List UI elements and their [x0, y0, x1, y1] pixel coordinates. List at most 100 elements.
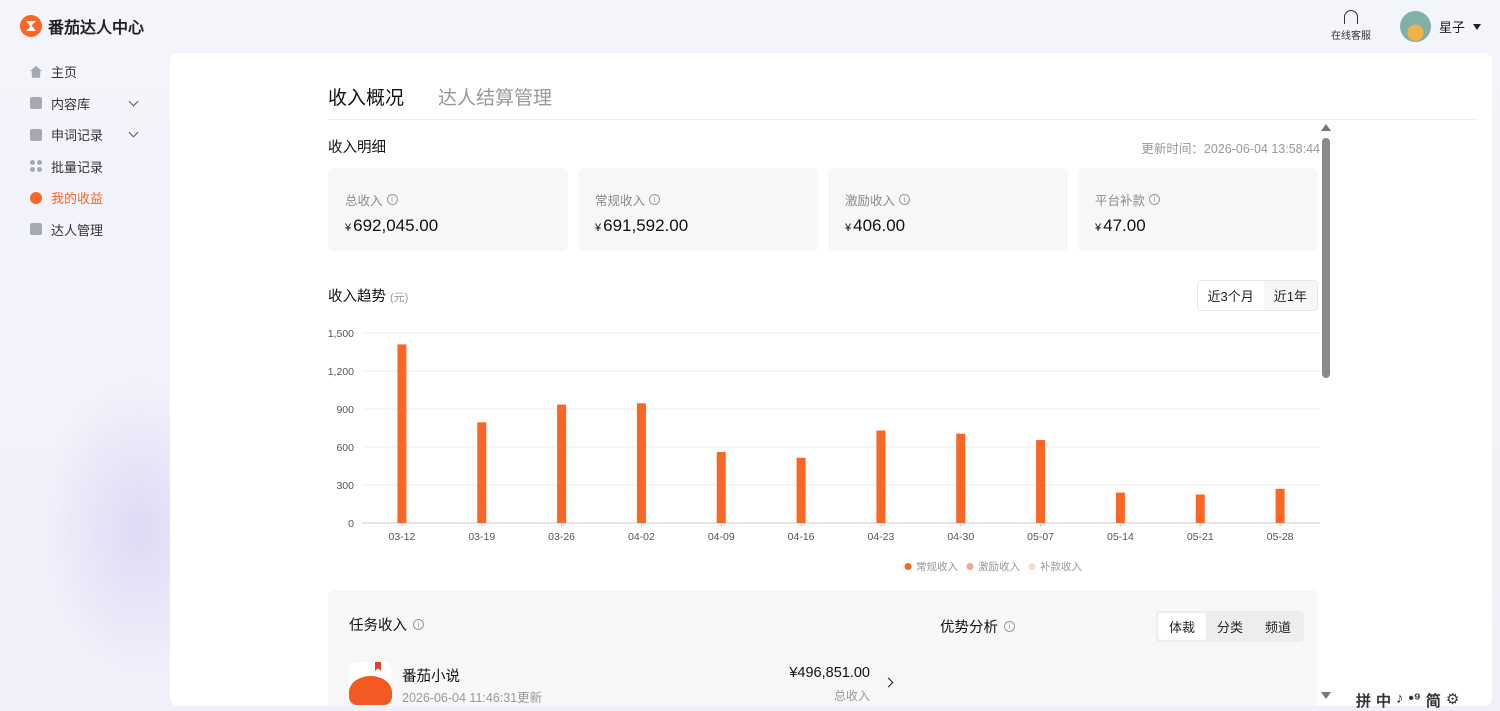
range-1-year-button[interactable]: 近1年	[1264, 281, 1317, 310]
segment-genre-button[interactable]: 体裁	[1158, 613, 1207, 640]
tomato-logo-icon	[20, 15, 42, 37]
x-tick-label: 05-28	[1267, 531, 1294, 543]
bar	[477, 422, 487, 523]
sidebar-item-label: 批量记录	[51, 159, 104, 175]
document-icon	[30, 128, 42, 141]
bar	[636, 403, 646, 523]
app-name: 番茄达人中心	[48, 20, 145, 37]
range-3-months-button[interactable]: 近3个月	[1197, 281, 1264, 310]
bar	[876, 430, 886, 523]
income-trend-title: 收入趋势 (元)	[328, 285, 408, 306]
currency-symbol: ¥	[1095, 222, 1102, 234]
person-card-icon	[30, 223, 42, 236]
bar	[1275, 488, 1285, 523]
sidebar-item-application-records[interactable]: 申词记录	[0, 119, 170, 151]
online-support-button[interactable]: 在线客服	[1326, 10, 1376, 42]
chevron-down-icon	[128, 127, 139, 138]
sidebar-item-my-earnings[interactable]: 我的收益	[0, 182, 170, 214]
task-app-updated: 2026-06-04 11:46:31更新	[402, 691, 543, 705]
chevron-right-icon[interactable]	[883, 677, 894, 688]
scroll-up-icon[interactable]	[1321, 124, 1331, 131]
main-panel: 收入概况 达人结算管理 收入明细 更新时间：2026-06-04 13:58:4…	[170, 53, 1492, 706]
grid-icon	[30, 160, 42, 173]
legend-label: 激励收入	[978, 560, 1020, 573]
x-tick-label: 04-16	[788, 531, 815, 543]
segment-category-button[interactable]: 分类	[1206, 613, 1254, 640]
top-bar: 番茄达人中心 在线客服 星子	[0, 0, 1500, 52]
ime-punct-icon[interactable]: •⁹	[1409, 690, 1421, 711]
advantage-title-label: 优势分析	[940, 620, 998, 636]
support-label: 在线客服	[1331, 31, 1371, 42]
sidebar-item-home[interactable]: 主页	[0, 56, 170, 88]
tab-settlement-management[interactable]: 达人结算管理	[438, 83, 552, 110]
x-tick-label: 04-30	[947, 531, 974, 543]
page-tabs: 收入概况 达人结算管理	[328, 83, 552, 110]
avatar	[1400, 11, 1431, 42]
card-label: 总收入	[345, 194, 383, 208]
fanqie-novel-app-icon	[349, 662, 392, 705]
card-label: 激励收入	[845, 194, 896, 208]
task-income-title: 任务收入 i	[349, 614, 424, 635]
ime-music-icon[interactable]: ♪	[1396, 690, 1404, 711]
x-tick-label: 04-02	[628, 531, 655, 543]
sidebar-item-content-library[interactable]: 内容库	[0, 88, 170, 120]
card-value: 692,045.00	[353, 216, 439, 235]
sidebar-item-label: 达人管理	[51, 222, 104, 238]
scroll-down-icon[interactable]	[1321, 692, 1331, 699]
x-tick-label: 05-07	[1027, 531, 1054, 543]
y-tick-label: 1,200	[328, 366, 354, 378]
trend-title: 收入趋势	[328, 289, 386, 305]
bottom-panel: 任务收入 i 番茄小说 2026-06-04 11:46:31更新 ¥496,85…	[328, 590, 1318, 706]
task-amount: ¥496,851.00	[789, 665, 870, 681]
legend-marker	[966, 563, 974, 570]
scroll-thumb[interactable]	[1322, 138, 1330, 378]
sidebar-item-talent-management[interactable]: 达人管理	[0, 214, 170, 246]
bar	[1115, 492, 1125, 523]
y-tick-label: 0	[348, 518, 354, 530]
info-icon[interactable]: i	[649, 194, 661, 205]
y-tick-label: 600	[336, 442, 354, 454]
ime-pinyin-icon[interactable]: 拼	[1356, 690, 1371, 711]
sidebar-item-batch-records[interactable]: 批量记录	[0, 151, 170, 183]
card-label: 常规收入	[595, 194, 646, 208]
segment-channel-button[interactable]: 频道	[1254, 613, 1302, 640]
y-tick-label: 300	[336, 480, 354, 492]
user-menu[interactable]: 星子	[1400, 11, 1482, 42]
ime-chinese-mode[interactable]: 中	[1376, 690, 1391, 711]
income-cards: 总收入 i ¥692,045.00 常规收入 i ¥691,592.00 激励收入 i…	[328, 168, 1318, 251]
info-icon[interactable]: i	[413, 619, 424, 630]
total-income-card: 总收入 i ¥692,045.00	[328, 168, 568, 251]
legend-marker	[1028, 563, 1036, 570]
scrollbar[interactable]	[1320, 124, 1332, 704]
y-tick-label: 900	[336, 404, 354, 416]
updated-time: 更新时间：2026-06-04 13:58:44	[1141, 142, 1320, 156]
info-icon[interactable]: i	[386, 194, 398, 205]
app-logo[interactable]: 番茄达人中心	[20, 14, 144, 38]
x-tick-label: 03-26	[548, 531, 575, 543]
legend-label: 常规收入	[916, 560, 958, 573]
divider	[328, 119, 1478, 120]
legend-marker	[904, 563, 912, 570]
trend-unit: (元)	[390, 292, 409, 304]
x-tick-label: 04-09	[708, 531, 735, 543]
legend-label: 补款收入	[1040, 560, 1082, 573]
sidebar-item-label: 我的收益	[51, 191, 104, 207]
info-icon[interactable]: i	[1004, 621, 1015, 632]
ime-toolbar: 拼 中 ♪ •⁹ 简 ⚙	[1356, 690, 1459, 711]
ime-simplified-mode[interactable]: 简	[1426, 690, 1441, 711]
advantage-segment: 体裁 分类 频道	[1156, 611, 1305, 642]
advantage-analysis-title: 优势分析 i	[940, 616, 1015, 637]
x-tick-label: 03-19	[468, 531, 495, 543]
regular-income-card: 常规收入 i ¥691,592.00	[578, 168, 818, 251]
info-icon[interactable]: i	[899, 194, 911, 205]
card-label: 平台补款	[1095, 194, 1146, 208]
tab-income-overview[interactable]: 收入概况	[328, 83, 404, 110]
ime-settings-icon[interactable]: ⚙	[1446, 690, 1459, 711]
card-value: 406.00	[853, 216, 906, 235]
info-icon[interactable]: i	[1149, 194, 1161, 205]
content-library-icon	[30, 97, 42, 110]
bar	[1036, 440, 1046, 523]
income-detail-title: 收入明细	[328, 140, 386, 156]
bar	[397, 344, 407, 523]
bar	[716, 452, 726, 523]
